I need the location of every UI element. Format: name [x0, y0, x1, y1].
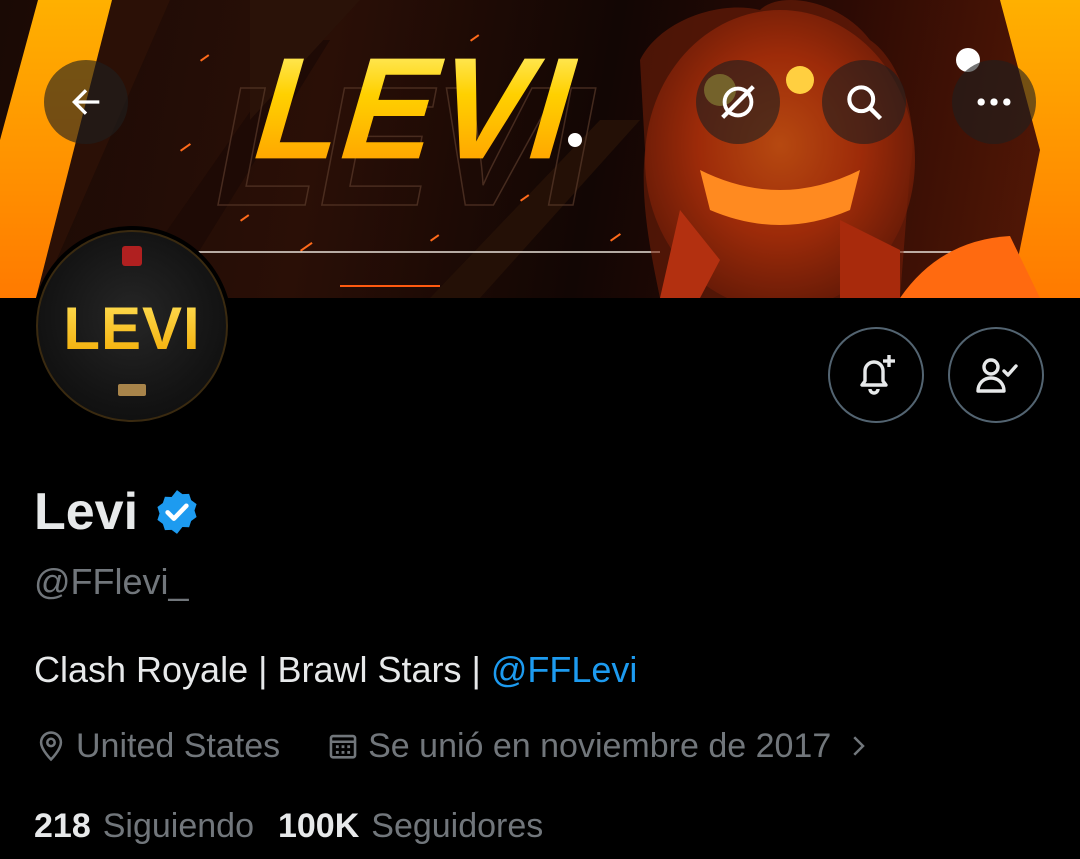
arrow-left-icon — [72, 89, 100, 115]
followers-label: Seguidores — [371, 807, 544, 845]
bio: Clash Royale | Brawl Stars | @FFLevi — [34, 648, 637, 692]
more-options-button[interactable] — [952, 60, 1036, 144]
notifications-button[interactable] — [828, 327, 924, 423]
user-handle: @FFlevi_ — [34, 561, 189, 602]
calendar-icon — [329, 734, 357, 759]
user-check-icon — [976, 358, 1018, 393]
avatar-decoration — [118, 246, 146, 396]
more-horizontal-icon — [977, 98, 1011, 106]
grok-button[interactable] — [696, 60, 780, 144]
bell-plus-icon — [860, 355, 895, 395]
bio-text: Clash Royale | Brawl Stars | — [34, 649, 491, 690]
location: United States — [34, 724, 280, 768]
following-count: 218 — [34, 807, 91, 845]
join-date-text: Se unió en noviembre de 2017 — [368, 727, 832, 765]
following-label: Siguiendo — [102, 807, 254, 845]
display-name: Levi — [34, 483, 139, 541]
location-pin-icon — [39, 731, 63, 762]
banner-title: LEVI — [249, 28, 582, 190]
following-stat[interactable]: 218 Siguiendo — [34, 804, 254, 848]
follow-stats: 218 Siguiendo 100K Seguidores — [34, 804, 543, 848]
chevron-right-icon — [853, 736, 866, 756]
back-button[interactable] — [44, 60, 128, 144]
join-date[interactable]: Se unió en noviembre de 2017 — [326, 724, 873, 768]
followers-count: 100K — [277, 807, 360, 845]
followers-stat[interactable]: 100K Seguidores — [278, 804, 543, 848]
avatar-image: LEVI — [36, 230, 228, 422]
verified-badge-icon[interactable] — [152, 487, 202, 537]
search-button[interactable] — [822, 60, 906, 144]
following-button[interactable] — [948, 327, 1044, 423]
location-text: United States — [76, 727, 281, 765]
profile-avatar[interactable]: LEVI — [32, 226, 232, 426]
profile-meta: United States Se unió en noviembre de 20… — [34, 724, 873, 768]
search-icon — [847, 85, 883, 121]
bio-mention-link[interactable]: @FFLevi — [491, 649, 638, 690]
name-row: Levi — [34, 482, 202, 542]
grok-icon — [721, 85, 755, 119]
profile-page: LEVI LEVI Levi @FFlevi_ Clash Royale | B… — [0, 0, 1080, 859]
